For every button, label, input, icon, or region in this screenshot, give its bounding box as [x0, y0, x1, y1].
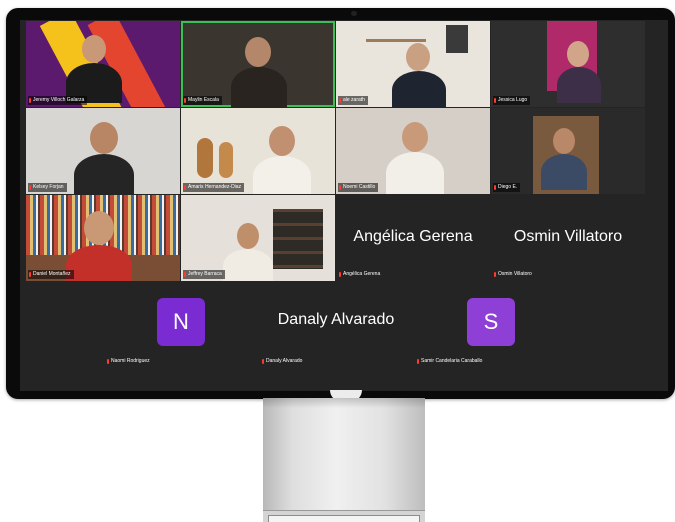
mic-muted-icon	[494, 98, 496, 103]
video-call-gallery: Jeremy Villoch Galarza Maylin Escala ale…	[20, 20, 668, 391]
mic-muted-icon	[29, 98, 31, 103]
participant-tile[interactable]: Jessica Lugo	[491, 21, 645, 107]
participant-display-name: Osmin Villatoro	[513, 228, 623, 245]
monitor: Jeremy Villoch Galarza Maylin Escala ale…	[6, 8, 675, 399]
mic-muted-icon	[184, 272, 186, 277]
mic-muted-icon	[494, 272, 496, 277]
mic-muted-icon	[29, 272, 31, 277]
participant-name: ale zarath	[338, 96, 368, 105]
participant-tile[interactable]: Danaly Alvarado Danaly Alvarado	[259, 282, 413, 368]
participant-name: Kelsey Forjan	[28, 183, 67, 192]
participant-tile[interactable]: Diego E.	[491, 108, 645, 194]
mic-muted-icon	[29, 185, 31, 190]
stand-shadow	[263, 398, 425, 408]
wall-frame	[446, 25, 468, 53]
participant-tile[interactable]: Angélica Gerena Angélica Gerena	[336, 195, 490, 281]
participant-display-name: Angélica Gerena	[353, 228, 473, 245]
participant-name: Amaris Hernandez-Diaz	[183, 183, 245, 192]
monitor-stand	[263, 398, 425, 512]
participant-name: Angélica Gerena	[338, 270, 383, 279]
participant-tile[interactable]: N Naomi Rodriguez	[104, 282, 258, 368]
participant-tile[interactable]: Osmin Villatoro Osmin Villatoro	[491, 195, 645, 281]
mic-muted-icon	[107, 359, 109, 364]
participant-display-name: Danaly Alvarado	[277, 311, 395, 328]
mic-muted-icon	[417, 359, 419, 364]
mic-muted-icon	[184, 185, 186, 190]
guitar	[197, 138, 213, 178]
participant-name: Jeremy Villoch Galarza	[28, 96, 88, 105]
bookshelf	[273, 209, 323, 269]
stand-cutout	[268, 515, 420, 522]
participant-tile[interactable]: Kelsey Forjan	[26, 108, 180, 194]
guitar	[219, 142, 233, 178]
participant-tile[interactable]: ale zarath	[336, 21, 490, 107]
mic-muted-icon	[339, 272, 341, 277]
participant-name: Samir Candelaria Caraballo	[416, 357, 485, 366]
camera-dot	[351, 11, 357, 16]
wall-shelf	[366, 39, 426, 42]
participant-name: Daniel Montañez	[28, 270, 74, 279]
participant-name: Naomi Rodriguez	[106, 357, 153, 366]
mic-muted-icon	[494, 185, 496, 190]
mic-muted-icon	[339, 185, 341, 190]
participant-tile[interactable]: Jeremy Villoch Galarza	[26, 21, 180, 107]
participant-name: Danaly Alvarado	[261, 357, 305, 366]
participant-name: Noemi Castillo	[338, 183, 379, 192]
participant-tile[interactable]: Jeffrey Barraca	[181, 195, 335, 281]
participant-tile[interactable]: Noemi Castillo	[336, 108, 490, 194]
participant-name: Maylin Escala	[183, 96, 222, 105]
participant-name: Diego E.	[493, 183, 521, 192]
participant-tile[interactable]: S Samir Candelaria Caraballo	[414, 282, 568, 368]
desk-scene: Jeremy Villoch Galarza Maylin Escala ale…	[0, 0, 675, 522]
participant-name: Osmin Villatoro	[493, 270, 535, 279]
mic-muted-icon	[339, 98, 341, 103]
participant-tile-speaking[interactable]: Maylin Escala	[181, 21, 335, 107]
participant-name: Jeffrey Barraca	[183, 270, 225, 279]
mic-muted-icon	[184, 98, 186, 103]
mic-muted-icon	[262, 359, 264, 364]
participant-avatar: S	[467, 298, 515, 346]
participant-avatar: N	[157, 298, 205, 346]
participant-tile[interactable]: Amaris Hernandez-Diaz	[181, 108, 335, 194]
participant-name: Jessica Lugo	[493, 96, 531, 105]
participant-tile[interactable]: Daniel Montañez	[26, 195, 180, 281]
